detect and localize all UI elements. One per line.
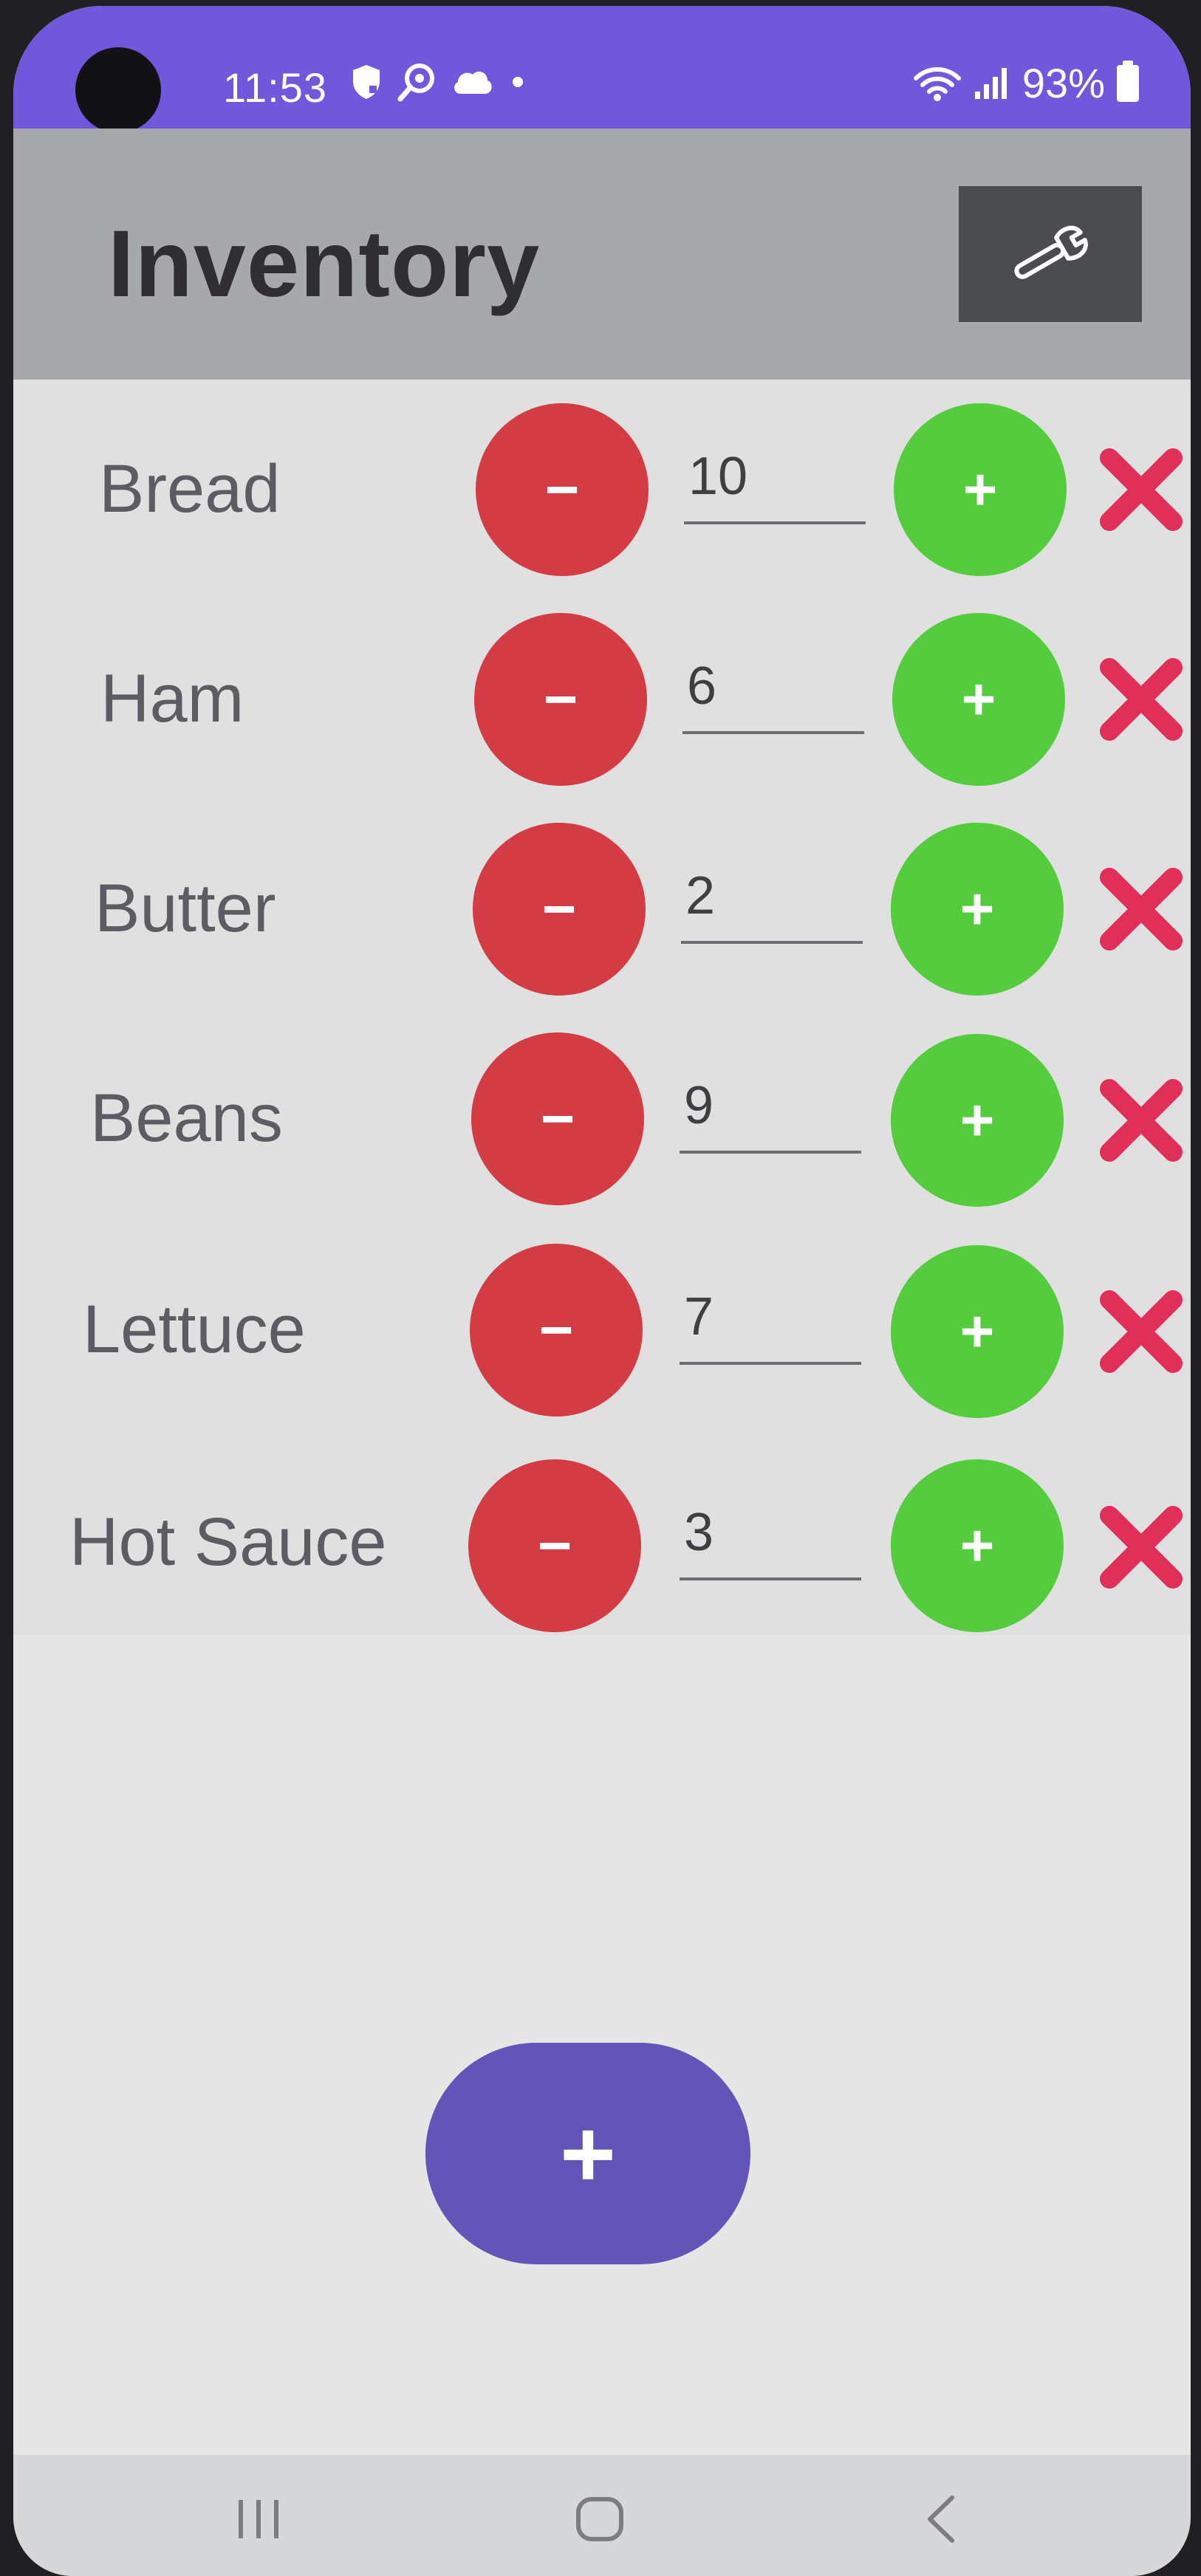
back-icon bbox=[928, 2496, 954, 2543]
home-button[interactable] bbox=[548, 2486, 651, 2552]
close-x-icon bbox=[1100, 1506, 1183, 1589]
decrement-button[interactable]: − bbox=[471, 1032, 644, 1205]
notification-icons bbox=[350, 62, 529, 102]
app-bar: Inventory bbox=[13, 129, 1191, 380]
decrement-button[interactable]: − bbox=[468, 1459, 641, 1632]
increment-button[interactable]: + bbox=[891, 1459, 1064, 1632]
decrement-button[interactable]: − bbox=[476, 403, 649, 576]
decrement-button[interactable]: − bbox=[473, 823, 646, 996]
status-bar: 11:53 93% bbox=[13, 6, 1191, 133]
decrement-button[interactable]: − bbox=[470, 1244, 643, 1417]
front-camera bbox=[75, 47, 161, 133]
delete-button[interactable] bbox=[1093, 861, 1189, 957]
list-item: Bread − 10 + bbox=[13, 396, 1191, 606]
item-name: Ham bbox=[100, 661, 244, 736]
close-x-icon bbox=[1100, 1079, 1183, 1162]
cloud-icon bbox=[454, 71, 492, 94]
recent-apps-button[interactable] bbox=[207, 2486, 310, 2552]
increment-button[interactable]: + bbox=[892, 613, 1065, 786]
search-target-icon bbox=[397, 64, 434, 102]
list-item: Lettuce − 7 + bbox=[13, 1236, 1191, 1446]
delete-button[interactable] bbox=[1093, 1499, 1189, 1595]
quantity-field[interactable]: 2 bbox=[681, 855, 863, 944]
quantity-field[interactable]: 6 bbox=[682, 645, 864, 734]
quantity-field[interactable]: 3 bbox=[680, 1492, 861, 1580]
close-x-icon bbox=[1100, 658, 1183, 741]
item-name: Butter bbox=[95, 871, 276, 946]
item-name: Bread bbox=[99, 451, 281, 527]
increment-button[interactable]: + bbox=[891, 823, 1064, 996]
list-item: Butter − 2 + bbox=[13, 815, 1191, 1025]
battery-icon bbox=[1117, 60, 1139, 102]
quantity-field[interactable]: 7 bbox=[680, 1276, 861, 1365]
add-item-button[interactable]: + bbox=[425, 2043, 750, 2264]
navigation-bar bbox=[13, 2455, 1191, 2576]
delete-button[interactable] bbox=[1093, 1072, 1189, 1168]
list-item: Ham − 6 + bbox=[13, 606, 1191, 815]
back-button[interactable] bbox=[889, 2486, 993, 2552]
close-x-icon bbox=[1100, 868, 1183, 950]
increment-button[interactable]: + bbox=[894, 403, 1067, 576]
shield-icon bbox=[353, 65, 380, 99]
quantity-field[interactable]: 9 bbox=[680, 1065, 861, 1154]
increment-button[interactable]: + bbox=[891, 1034, 1064, 1207]
close-x-icon bbox=[1100, 1290, 1183, 1373]
quantity-field[interactable]: 10 bbox=[684, 436, 866, 524]
wrench-icon bbox=[1014, 225, 1088, 279]
inventory-list: Bread − 10 + Ham − 6 + Butter − 2 + Bean… bbox=[13, 380, 1191, 1635]
delete-button[interactable] bbox=[1093, 442, 1189, 538]
item-name: Lettuce bbox=[83, 1292, 306, 1367]
wifi-icon bbox=[913, 66, 961, 101]
increment-button[interactable]: + bbox=[891, 1245, 1064, 1418]
recent-apps-icon bbox=[239, 2500, 278, 2538]
signal-icon bbox=[974, 67, 1007, 99]
delete-button[interactable] bbox=[1093, 651, 1189, 747]
phone-screen: 11:53 93% Inventory Bread − 10 + Ham − 6… bbox=[13, 6, 1191, 2576]
page-title: Inventory bbox=[108, 211, 541, 317]
list-item: Hot Sauce − 3 + bbox=[13, 1449, 1191, 1659]
settings-button[interactable] bbox=[959, 186, 1142, 322]
home-icon bbox=[576, 2497, 623, 2541]
dot-icon bbox=[513, 77, 523, 87]
item-name: Beans bbox=[90, 1080, 283, 1156]
item-name: Hot Sauce bbox=[69, 1504, 387, 1580]
decrement-button[interactable]: − bbox=[474, 613, 647, 786]
status-time: 11:53 bbox=[223, 64, 327, 111]
battery-percentage: 93% bbox=[1022, 60, 1105, 106]
system-status-icons: 93% bbox=[913, 59, 1139, 107]
delete-button[interactable] bbox=[1093, 1284, 1189, 1380]
list-item: Beans − 9 + bbox=[13, 1025, 1191, 1235]
close-x-icon bbox=[1100, 448, 1183, 531]
